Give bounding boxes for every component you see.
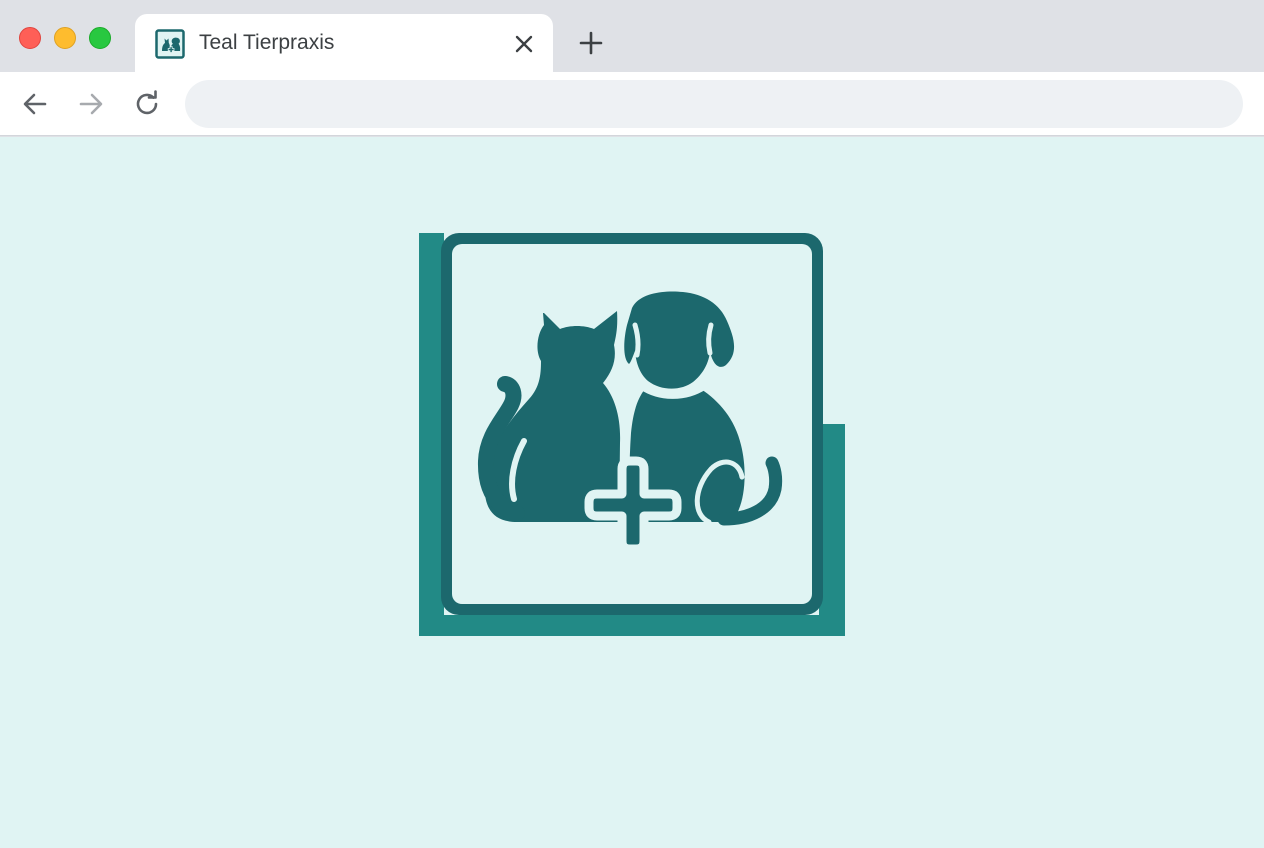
vet-cat-dog-icon xyxy=(155,29,185,59)
tab-teal-tierpraxis[interactable]: Teal Tierpraxis xyxy=(135,14,553,74)
window-close-button[interactable] xyxy=(19,27,41,49)
tab-title: Teal Tierpraxis xyxy=(199,31,335,54)
browser-window: Teal Tierpraxis xyxy=(0,0,1264,848)
page-content xyxy=(0,137,1264,848)
arrow-right-icon[interactable] xyxy=(76,89,106,119)
close-icon[interactable] xyxy=(511,31,537,57)
tab-strip: Teal Tierpraxis xyxy=(0,0,1264,74)
reload-icon[interactable] xyxy=(132,89,162,119)
window-minimize-button[interactable] xyxy=(54,27,76,49)
vet-cat-dog-cross-logo xyxy=(419,233,845,636)
new-tab-plus-icon[interactable] xyxy=(576,28,606,58)
address-bar-input[interactable] xyxy=(185,80,1243,128)
window-maximize-button[interactable] xyxy=(89,27,111,49)
arrow-left-icon[interactable] xyxy=(20,89,50,119)
browser-toolbar xyxy=(0,72,1264,136)
